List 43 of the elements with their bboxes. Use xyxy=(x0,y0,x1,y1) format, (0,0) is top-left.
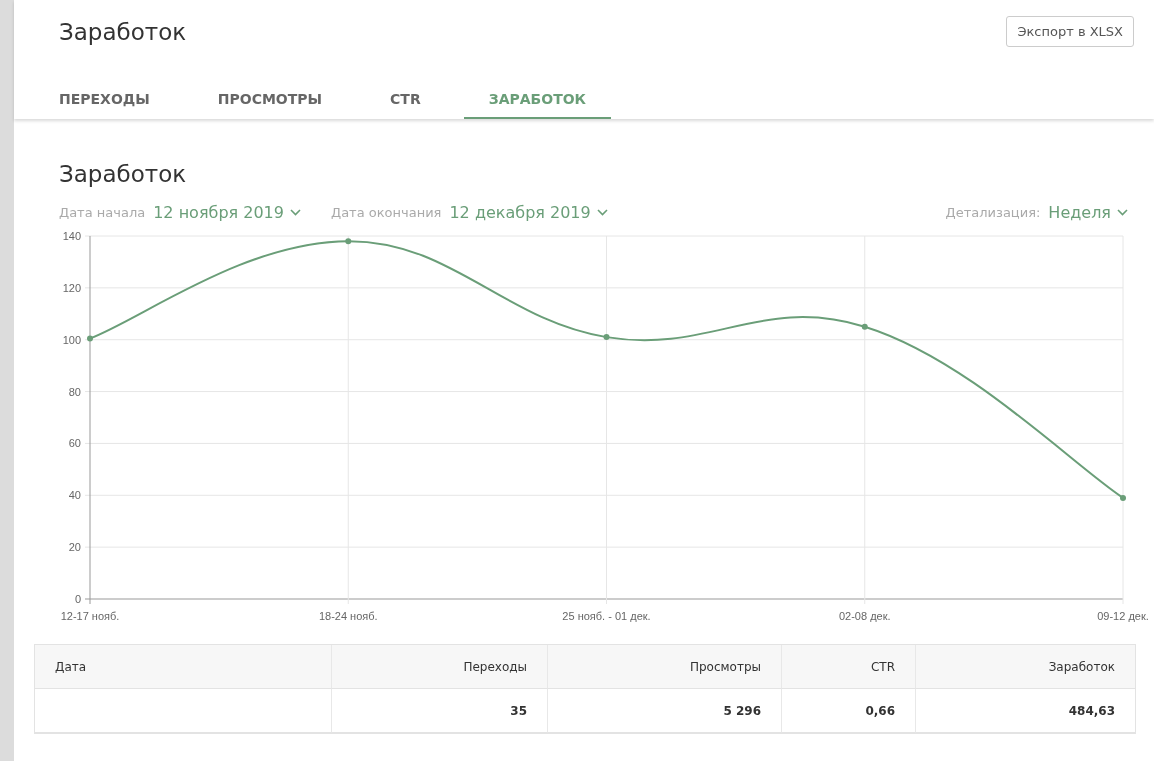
axis-label: 80 xyxy=(68,385,81,398)
axis-label: 09-12 дек. xyxy=(1097,610,1149,622)
data-point xyxy=(345,238,352,245)
chevron-icon xyxy=(1117,209,1128,216)
axis-label: 120 xyxy=(62,281,81,294)
data-point xyxy=(603,334,610,341)
axis-label: 20 xyxy=(68,541,81,554)
data-point xyxy=(1120,494,1126,501)
column-header: Заработок xyxy=(915,645,1135,689)
page-title: Заработок xyxy=(59,19,187,45)
axis-label: 140 xyxy=(62,230,81,242)
axis-label: 02-08 дек. xyxy=(838,610,891,622)
tab[interactable]: ПЕРЕХОДЫ xyxy=(34,91,175,119)
axis-label: 40 xyxy=(68,489,81,502)
date-dropdown[interactable]: 12 декабря 2019 xyxy=(449,203,608,222)
axis-label: 100 xyxy=(62,333,81,346)
tab[interactable]: ЗАРАБОТОК xyxy=(463,91,612,119)
column-header: Просмотры xyxy=(547,645,781,689)
tab[interactable]: ПРОСМОТРЫ xyxy=(192,91,348,119)
filter-label: Дата окончания xyxy=(330,205,442,220)
table-cell: 484,63 xyxy=(915,689,1135,733)
axis-label: 18-24 нояб. xyxy=(318,610,378,622)
chevron-icon xyxy=(596,209,608,216)
period-dropdown[interactable]: Неделя xyxy=(1048,203,1128,222)
filter-label: Детализация: xyxy=(945,205,1041,220)
table-cell: 35 xyxy=(331,689,547,733)
column-header: CTR xyxy=(781,645,915,689)
table-cell: 0,66 xyxy=(781,689,915,733)
date-dropdown[interactable]: 12 ноября 2019 xyxy=(153,203,301,222)
data-point xyxy=(861,323,868,330)
export-button[interactable]: Экспорт в XLSX xyxy=(1006,16,1134,47)
axis-label: 0 xyxy=(74,593,81,605)
axis-label: 25 нояб. - 01 дек. xyxy=(562,610,651,622)
section-title: Заработок xyxy=(58,161,188,187)
axis-label: 12-17 нояб. xyxy=(60,610,120,622)
axis-label: 60 xyxy=(68,437,81,450)
column-header: Дата xyxy=(35,645,331,689)
table-cell: 5 296 xyxy=(547,689,781,733)
chevron-icon xyxy=(289,209,301,216)
tab[interactable]: CTR xyxy=(365,91,446,119)
column-header: Переходы xyxy=(331,645,547,689)
data-point xyxy=(87,335,93,342)
filter-label: Дата начала xyxy=(59,205,146,220)
